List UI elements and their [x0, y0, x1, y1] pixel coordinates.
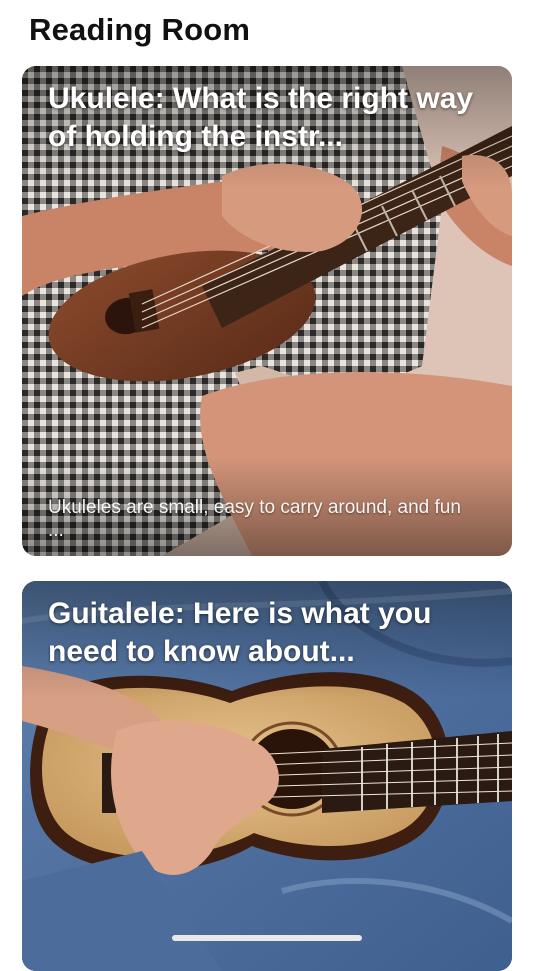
home-indicator[interactable]	[172, 935, 362, 941]
page-title: Reading Room	[29, 12, 251, 47]
article-description: Ukuleles are small, easy to carry around…	[48, 497, 461, 541]
article-title[interactable]: Guitalele: Here is what you need to know…	[48, 595, 492, 671]
article-title[interactable]: Ukulele: What is the right way of holdin…	[48, 80, 492, 156]
article-card-ukulele[interactable]: Ukulele: What is the right way of holdin…	[22, 66, 512, 556]
article-card-guitalele[interactable]: Guitalele: Here is what you need to know…	[22, 581, 512, 971]
